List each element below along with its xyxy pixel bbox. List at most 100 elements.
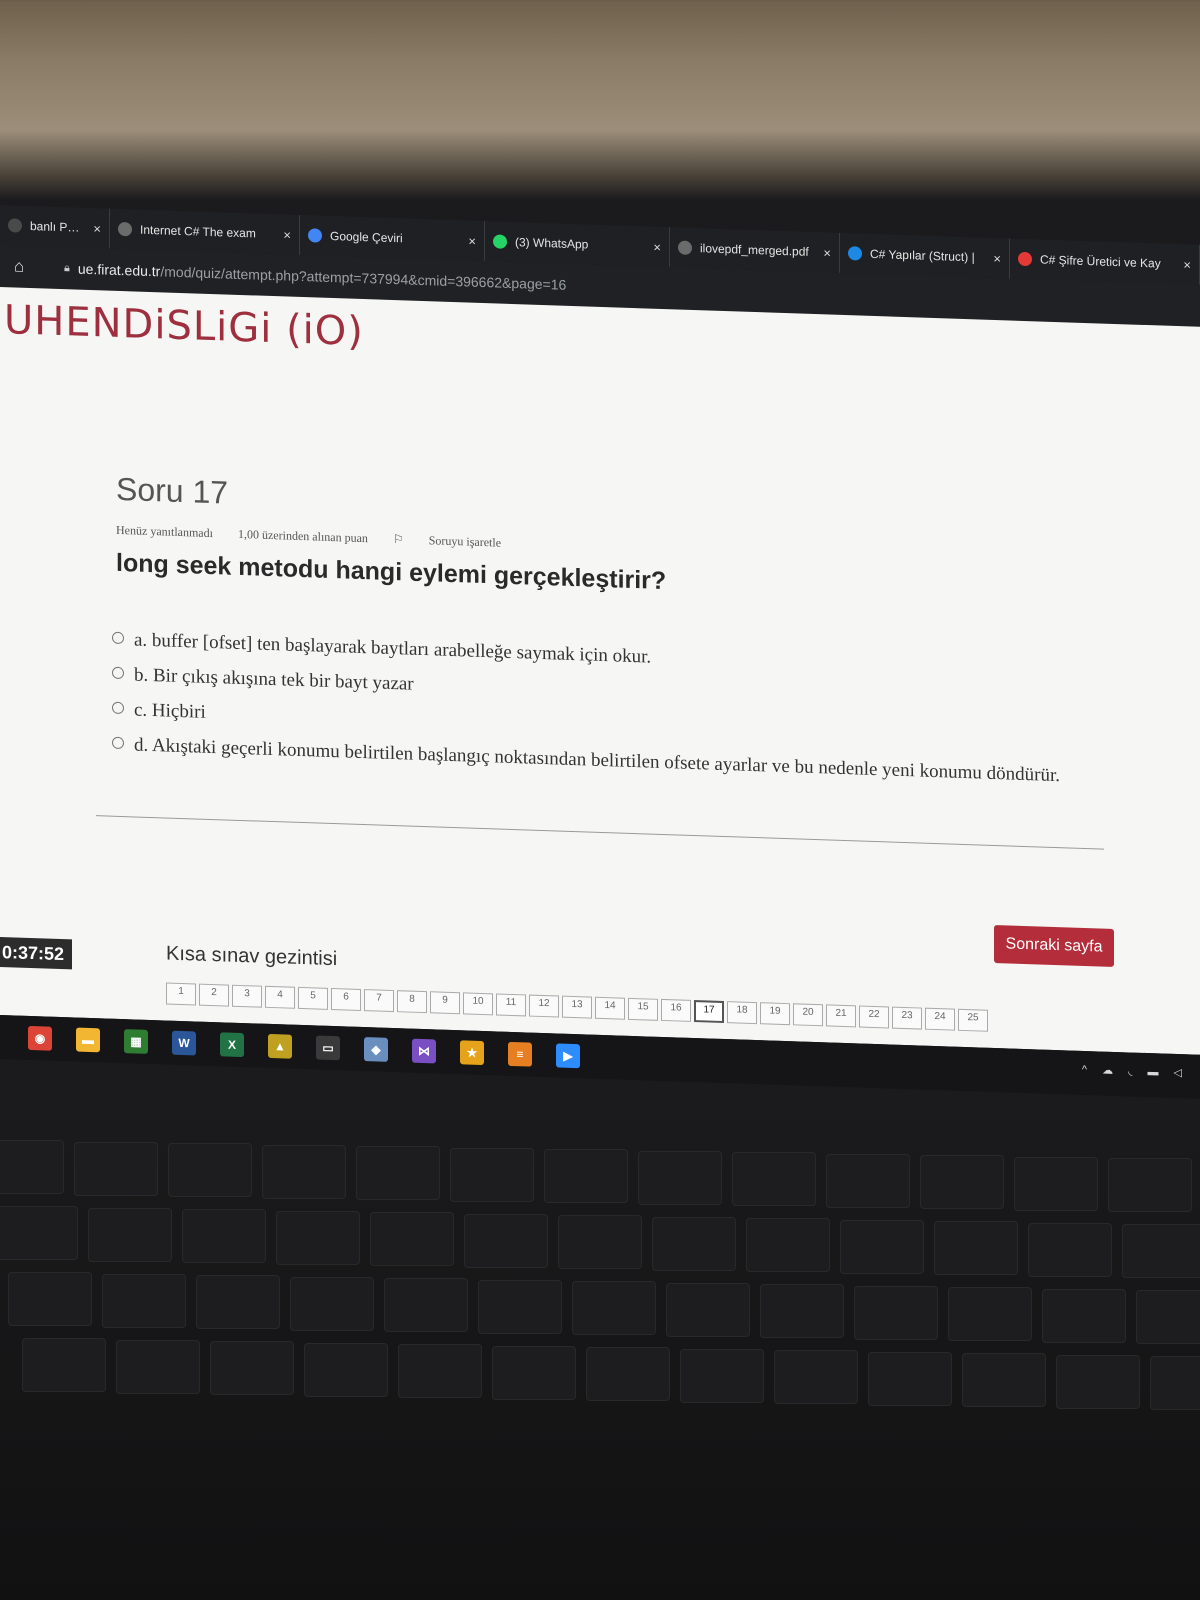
quiz-nav-button[interactable]: 14 bbox=[595, 996, 625, 1020]
quiz-nav-button[interactable]: 9 bbox=[430, 991, 460, 1015]
quiz-nav-button[interactable]: 10 bbox=[463, 992, 493, 1016]
chrome-icon[interactable]: ◉ bbox=[28, 1025, 52, 1051]
keyboard-key bbox=[934, 1221, 1018, 1275]
quiz-nav-button[interactable]: 18 bbox=[727, 1001, 757, 1025]
quiz-nav-button[interactable]: 1 bbox=[166, 982, 196, 1006]
next-page-button[interactable]: Sonraki sayfa bbox=[994, 924, 1114, 967]
home-icon[interactable]: ⌂ bbox=[14, 256, 48, 277]
globe-icon bbox=[118, 221, 132, 237]
radio-button[interactable] bbox=[112, 631, 124, 645]
divider bbox=[96, 815, 1104, 850]
cube-icon[interactable]: ◆ bbox=[364, 1037, 388, 1062]
terminal-icon[interactable]: ▭ bbox=[316, 1035, 340, 1061]
system-tray[interactable]: ^ ☁ ◟ ▬ ◁ bbox=[1082, 1063, 1188, 1080]
keyboard-key bbox=[920, 1155, 1004, 1209]
answer-options: a. buffer [ofset] ten başlayarak baytlar… bbox=[112, 626, 1092, 799]
star-icon[interactable]: ★ bbox=[460, 1040, 484, 1066]
question-number: Soru 17 bbox=[116, 470, 229, 511]
quiz-nav-button[interactable]: 23 bbox=[892, 1006, 922, 1030]
browser-tab[interactable]: Internet C# The exam × bbox=[110, 208, 300, 255]
quiz-nav-button[interactable]: 8 bbox=[397, 990, 427, 1014]
keyboard-key bbox=[0, 1140, 64, 1194]
quiz-nav-button[interactable]: 13 bbox=[562, 995, 592, 1019]
browser-tab[interactable]: banlı Progran × bbox=[0, 205, 110, 249]
keyboard-key bbox=[666, 1282, 750, 1337]
close-icon[interactable]: × bbox=[653, 239, 661, 254]
quiz-nav-button[interactable]: 20 bbox=[793, 1003, 823, 1027]
browser-tab[interactable]: Google Çeviri × bbox=[300, 214, 485, 262]
quiz-nav-button[interactable]: 21 bbox=[826, 1004, 856, 1028]
quiz-nav-button[interactable]: 24 bbox=[925, 1007, 955, 1031]
quiz-nav-button[interactable]: 6 bbox=[331, 987, 361, 1011]
quiz-nav-button[interactable]: 11 bbox=[496, 993, 526, 1017]
browser-tab[interactable]: C# Yapılar (Struct) | × bbox=[840, 232, 1010, 279]
keyboard-key bbox=[116, 1339, 200, 1394]
close-icon[interactable]: × bbox=[468, 233, 476, 248]
close-icon[interactable]: × bbox=[283, 227, 291, 242]
browser-tab[interactable]: (3) WhatsApp × bbox=[485, 221, 670, 268]
radio-button[interactable] bbox=[112, 666, 124, 680]
browser-tab[interactable]: ilovepdf_merged.pdf × bbox=[670, 227, 840, 273]
keyboard-key bbox=[384, 1278, 468, 1332]
visual-studio-icon[interactable]: ⋈ bbox=[412, 1038, 436, 1064]
word-icon[interactable]: W bbox=[172, 1030, 196, 1056]
answer-option-label: b. Bir çıkış akışına tek bir bayt yazar bbox=[134, 664, 414, 695]
file-explorer-icon[interactable]: ▬ bbox=[76, 1027, 100, 1053]
keyboard-key bbox=[572, 1281, 656, 1335]
quiz-nav-button[interactable]: 3 bbox=[232, 984, 262, 1008]
quiz-nav-button[interactable]: 4 bbox=[265, 985, 295, 1009]
keyboard-key bbox=[356, 1146, 440, 1200]
sublime-icon[interactable]: ≡ bbox=[508, 1041, 532, 1067]
close-icon[interactable]: × bbox=[93, 221, 101, 236]
tab-label: banlı Progran bbox=[30, 218, 83, 235]
quiz-nav-button[interactable]: 15 bbox=[628, 997, 658, 1021]
radio-button[interactable] bbox=[112, 701, 124, 715]
question-status: Henüz yanıtlanmadı bbox=[116, 522, 213, 541]
close-icon[interactable]: × bbox=[1183, 257, 1191, 272]
flag-question-link[interactable]: ⚐ Soruyu işaretle bbox=[393, 532, 523, 550]
keyboard-key bbox=[464, 1213, 548, 1268]
quiz-nav-button[interactable]: 25 bbox=[958, 1008, 988, 1032]
keyboard-key bbox=[262, 1144, 346, 1199]
keyboard-key bbox=[558, 1215, 642, 1269]
tab-label: C# Yapılar (Struct) | bbox=[870, 246, 975, 265]
question-text: long seek metodu hangi eylemi gerçekleşt… bbox=[116, 548, 667, 596]
keyboard-key bbox=[8, 1272, 92, 1326]
tab-label: (3) WhatsApp bbox=[515, 235, 589, 252]
close-icon[interactable]: × bbox=[823, 245, 831, 260]
quiz-nav-button[interactable]: 19 bbox=[760, 1002, 790, 1026]
keyboard-key bbox=[22, 1338, 106, 1392]
quiz-page: UHENDiSLiGi (iO) Soru 17 Henüz yanıtlanm… bbox=[0, 287, 1200, 1055]
keyboard-key bbox=[370, 1212, 454, 1266]
keyboard-key bbox=[1108, 1158, 1192, 1212]
keyboard-key bbox=[1150, 1356, 1200, 1410]
quiz-nav-button[interactable]: 7 bbox=[364, 989, 394, 1013]
quiz-nav-button[interactable]: 5 bbox=[298, 986, 328, 1010]
app-grid-icon[interactable]: ▦ bbox=[124, 1029, 148, 1054]
keyboard-key bbox=[74, 1141, 158, 1196]
question-points: 1,00 üzerinden alınan puan bbox=[237, 526, 368, 546]
quiz-nav-button[interactable]: 2 bbox=[199, 983, 229, 1007]
quiz-navigation-title: Kısa sınav gezintisi bbox=[166, 942, 338, 971]
close-icon[interactable]: × bbox=[993, 250, 1001, 265]
quiz-nav-button[interactable]: 22 bbox=[859, 1005, 889, 1029]
url-text[interactable]: ue.firat.edu.tr/mod/quiz/attempt.php?att… bbox=[78, 261, 566, 293]
quiz-nav-button[interactable]: 17 bbox=[694, 1000, 724, 1024]
image-viewer-icon[interactable]: ▲ bbox=[268, 1033, 292, 1059]
quiz-timer: 0:37:52 bbox=[0, 937, 72, 970]
keyboard-key bbox=[948, 1287, 1032, 1341]
keyboard-key bbox=[774, 1350, 858, 1404]
whatsapp-icon bbox=[493, 234, 507, 249]
quiz-nav-button[interactable]: 12 bbox=[529, 994, 559, 1018]
radio-button[interactable] bbox=[112, 736, 124, 750]
browser-tab[interactable]: C# Şifre Üretici ve Kay × bbox=[1010, 238, 1200, 285]
question-info: Henüz yanıtlanmadı 1,00 üzerinden alınan… bbox=[116, 523, 545, 552]
keyboard-key bbox=[398, 1344, 482, 1398]
keyboard-key bbox=[210, 1341, 294, 1395]
zoom-icon[interactable]: ▶ bbox=[556, 1043, 580, 1069]
excel-icon[interactable]: X bbox=[220, 1032, 244, 1058]
lock-icon[interactable]: 🔒︎ bbox=[64, 262, 70, 275]
flag-icon: ⚐ bbox=[392, 532, 407, 547]
quiz-nav-button[interactable]: 16 bbox=[661, 998, 691, 1022]
keyboard-key bbox=[638, 1150, 722, 1205]
